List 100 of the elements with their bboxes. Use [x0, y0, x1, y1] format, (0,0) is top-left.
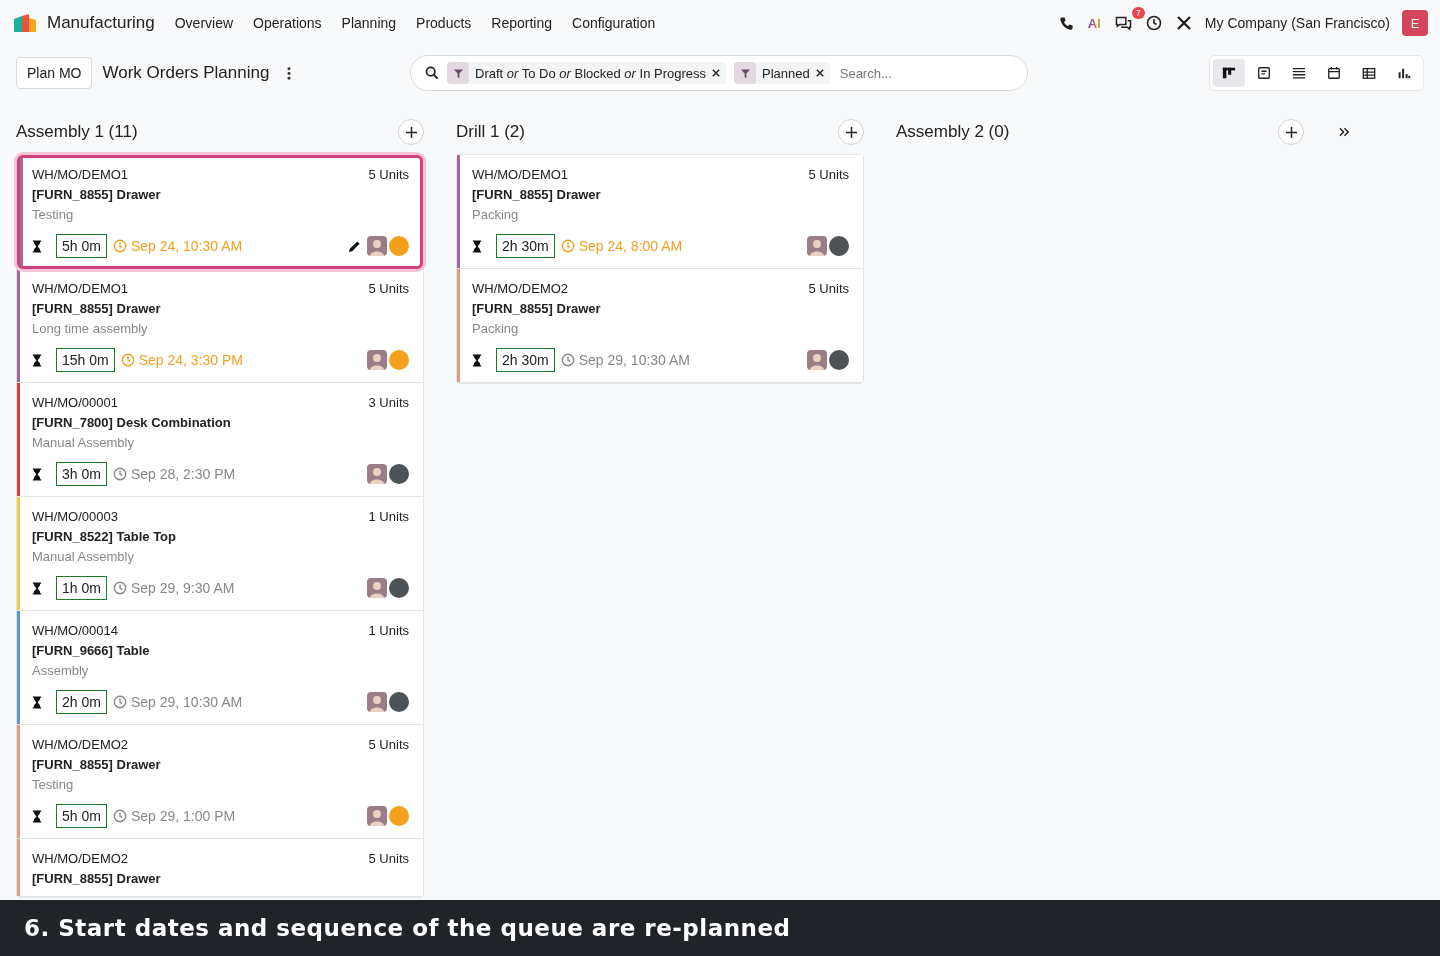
menu-item[interactable]: Configuration	[572, 15, 656, 31]
remove-icon[interactable]	[712, 69, 720, 77]
hourglass-icon	[32, 581, 42, 595]
product-name: [FURN_8855] Drawer	[32, 871, 162, 886]
operation-name: Long time assembly	[32, 321, 149, 336]
user-avatar[interactable]: E	[1402, 10, 1428, 36]
hourglass-icon	[32, 239, 42, 253]
search-field[interactable]: Draft or To Do or Blocked or In Progress Planned Search...	[410, 55, 1028, 91]
start-date: Sep 29, 1:00 PM	[130, 808, 236, 824]
quantity: 5 Units	[368, 737, 409, 752]
page-title: Work Orders Planning	[102, 63, 270, 83]
plan-mo-button[interactable]: Plan MO	[16, 57, 93, 89]
company-name[interactable]: My Company (San Francisco)	[1204, 15, 1390, 31]
start-date: Sep 28, 2:30 PM	[130, 466, 236, 482]
list-view-icon[interactable]	[1292, 66, 1306, 80]
duration-field[interactable]: 2h 30m	[496, 348, 555, 372]
duration-field[interactable]: 5h 0m	[56, 804, 107, 828]
menu-item[interactable]: Planning	[341, 15, 397, 31]
quantity: 5 Units	[368, 167, 409, 182]
app-name[interactable]: Manufacturing	[47, 13, 155, 33]
start-date: Sep 24, 3:30 PM	[138, 352, 243, 368]
clock-icon	[560, 239, 575, 253]
hourglass-icon	[32, 467, 42, 481]
search-icon[interactable]	[425, 66, 439, 80]
work-order-card[interactable]: WH/MO/00001 3 Units [FURN_7800] Desk Combination Manual Assembly 3h 0m Sep 28, 2:30 PM	[17, 383, 423, 497]
pencil-icon[interactable]	[348, 239, 361, 253]
work-order-card[interactable]: WH/MO/00014 1 Units [FURN_9666] Table Assembly 2h 0m Sep 29, 10:30 AM	[17, 611, 423, 725]
operation-name: Manual Assembly	[32, 435, 135, 450]
column-title: Assembly 2 (0)	[896, 122, 1010, 142]
work-order-card[interactable]: WH/MO/DEMO2 5 Units [FURN_8855] Drawer	[17, 839, 423, 897]
order-reference: WH/MO/00014	[32, 623, 118, 638]
work-order-card[interactable]: WH/MO/DEMO2 5 Units [FURN_8855] Drawer Packing 2h 30m Sep 29, 10:30 AM	[457, 269, 863, 383]
work-order-card[interactable]: WH/MO/00003 1 Units [FURN_8522] Table Top Manual Assembly 1h 0m Sep 29, 9:30 AM	[17, 497, 423, 611]
operation-name: Packing	[472, 207, 520, 222]
clock-icon	[112, 467, 127, 481]
menu-item[interactable]: Overview	[174, 15, 234, 31]
clock-icon	[112, 695, 127, 709]
kanban-view-icon[interactable]	[1222, 66, 1236, 80]
duration-field[interactable]: 5h 0m	[56, 234, 107, 258]
pivot-view-icon[interactable]	[1362, 66, 1376, 80]
app-logo-icon[interactable]	[12, 13, 38, 33]
status-dot[interactable]	[829, 350, 849, 370]
add-button[interactable]	[398, 119, 424, 145]
start-date: Sep 29, 10:30 AM	[130, 694, 243, 710]
quantity: 5 Units	[368, 281, 409, 296]
operation-name: Assembly	[32, 663, 90, 678]
start-date: Sep 24, 10:30 AM	[130, 238, 243, 254]
hourglass-icon	[472, 239, 482, 253]
more-options-icon[interactable]	[287, 66, 292, 80]
status-dot[interactable]	[389, 464, 409, 484]
status-dot[interactable]	[389, 806, 409, 826]
remove-icon[interactable]	[815, 69, 824, 77]
status-dot[interactable]	[389, 578, 409, 598]
work-order-card[interactable]: WH/MO/DEMO1 5 Units [FURN_8855] Drawer Long time assembly 15h 0m Sep 24, 3:30 PM	[17, 269, 423, 383]
work-order-card[interactable]: WH/MO/DEMO1 5 Units [FURN_8855] Drawer Testing 5h 0m Sep 24, 10:30 AM	[17, 155, 423, 269]
product-name: [FURN_8522] Table Top	[32, 529, 177, 544]
menu-item[interactable]: Reporting	[491, 15, 553, 31]
filter-icon	[739, 67, 751, 79]
duration-field[interactable]: 2h 30m	[496, 234, 555, 258]
duration-field[interactable]: 3h 0m	[56, 462, 107, 486]
chat-icon[interactable]	[1114, 15, 1132, 31]
status-dot[interactable]	[389, 692, 409, 712]
clock-icon[interactable]	[1145, 15, 1162, 31]
column-title: Assembly 1 (11)	[16, 122, 138, 142]
menu-item[interactable]: Products	[416, 15, 472, 31]
status-dot[interactable]	[389, 350, 409, 370]
plus-icon[interactable]	[404, 125, 418, 139]
status-dot[interactable]	[389, 236, 409, 256]
user-avatar[interactable]	[367, 350, 387, 370]
work-order-card[interactable]: WH/MO/DEMO2 5 Units [FURN_8855] Drawer Testing 5h 0m Sep 29, 1:00 PM	[17, 725, 423, 839]
user-avatar[interactable]	[367, 236, 387, 256]
calendar-view-icon[interactable]	[1327, 66, 1341, 80]
order-reference: WH/MO/00001	[32, 395, 118, 410]
work-order-card[interactable]: WH/MO/DEMO1 5 Units [FURN_8855] Drawer Packing 2h 30m Sep 24, 8:00 AM	[457, 155, 863, 269]
fold-columns-icon[interactable]	[1339, 127, 1350, 137]
duration-field[interactable]: 2h 0m	[56, 690, 107, 714]
clock-icon	[120, 353, 135, 367]
plus-icon[interactable]	[1284, 125, 1298, 139]
product-name: [FURN_8855] Drawer	[472, 187, 602, 202]
view-button[interactable]	[1213, 59, 1245, 87]
user-avatar[interactable]	[367, 806, 387, 826]
hourglass-icon	[32, 809, 42, 823]
menu-item[interactable]: Operations	[253, 15, 322, 31]
status-dot[interactable]	[829, 236, 849, 256]
graph-view-icon[interactable]	[1397, 66, 1411, 80]
duration-field[interactable]: 15h 0m	[56, 348, 115, 372]
plus-icon[interactable]	[844, 125, 858, 139]
duration-field[interactable]: 1h 0m	[56, 576, 107, 600]
form-view-icon[interactable]	[1257, 66, 1271, 80]
phone-icon[interactable]	[1058, 15, 1074, 31]
order-reference: WH/MO/DEMO1	[472, 167, 569, 182]
product-name: [FURN_8855] Drawer	[472, 301, 602, 316]
product-name: [FURN_9666] Table	[32, 643, 151, 658]
add-button[interactable]	[838, 119, 864, 145]
order-reference: WH/MO/DEMO1	[32, 167, 129, 182]
add-button[interactable]	[1278, 119, 1304, 145]
quantity: 3 Units	[368, 395, 409, 410]
quantity: 5 Units	[808, 167, 849, 182]
product-name: [FURN_7800] Desk Combination	[32, 415, 232, 430]
order-reference: WH/MO/DEMO2	[32, 851, 129, 866]
